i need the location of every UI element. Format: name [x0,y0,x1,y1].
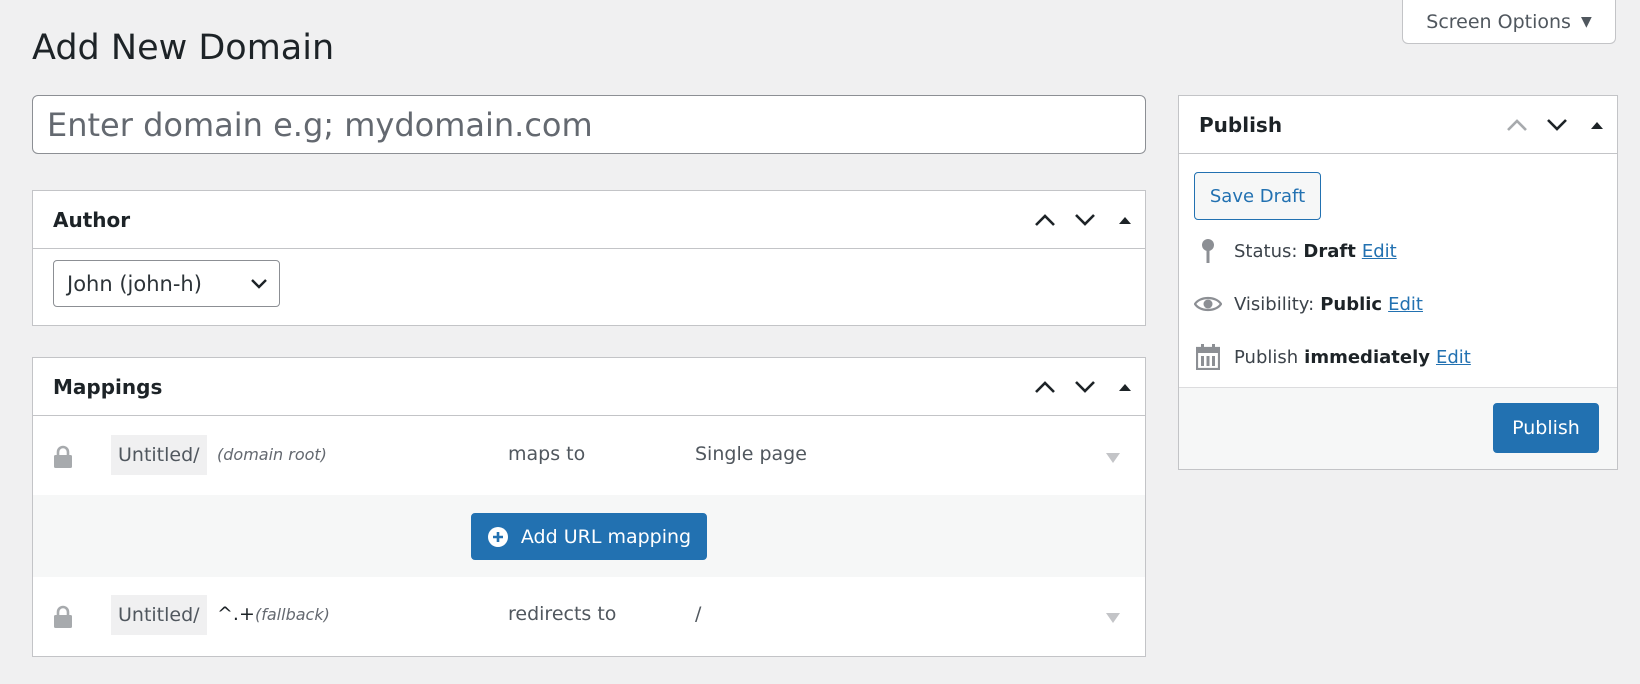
author-select[interactable]: John (john-h) [53,260,280,307]
move-down-icon[interactable] [1065,191,1105,248]
edit-schedule-link[interactable]: Edit [1436,347,1471,368]
mappings-panel-title: Mappings [53,374,163,399]
move-up-icon[interactable] [1497,96,1537,153]
status-row: Status: Draft Edit [1194,236,1397,266]
publish-panel: Publish Save Draft Status: Draft Edit Vi… [1178,95,1618,470]
screen-options-button[interactable]: Screen Options ▼ [1402,0,1616,44]
page-title: Add New Domain [32,28,335,68]
move-up-icon[interactable] [1025,191,1065,248]
panel-handle-actions [1025,358,1145,415]
chevron-down-icon [251,278,267,289]
panel-handle-actions [1497,96,1617,153]
mapping-note: (fallback) [255,605,330,624]
screen-options-label: Screen Options [1426,10,1571,33]
mapping-verb: maps to [508,443,586,465]
schedule-label: Publish [1234,346,1299,368]
visibility-row: Visibility: Public Edit [1194,289,1423,319]
add-url-mapping-label: Add URL mapping [520,525,692,548]
edit-status-link[interactable]: Edit [1362,241,1397,262]
mapping-path[interactable]: Untitled/ [111,595,207,635]
mapping-target: Single page [695,443,807,465]
visibility-value: Public [1320,293,1383,315]
plus-circle-icon [487,526,508,547]
publish-panel-header: Publish [1179,96,1617,154]
expand-row-icon[interactable] [1105,449,1121,468]
visibility-label: Visibility: [1234,293,1315,315]
author-select-value: John (john-h) [67,271,202,296]
panel-handle-actions [1025,191,1145,248]
collapse-toggle-icon[interactable] [1577,96,1617,153]
mappings-panel: Mappings Untitled/ (domain root) maps to… [32,357,1146,657]
move-down-icon[interactable] [1537,96,1577,153]
mapping-verb: redirects to [508,603,617,625]
publish-panel-title: Publish [1199,112,1283,137]
calendar-icon [1194,344,1222,370]
pin-icon [1194,238,1222,264]
mapping-row[interactable]: Untitled/ ^.+ (fallback) redirects to / [33,577,1145,657]
mapping-regex: ^.+ [217,603,255,625]
save-draft-button[interactable]: Save Draft [1194,172,1321,220]
publish-button[interactable]: Publish [1493,403,1599,453]
mapping-note: (domain root) [217,445,327,464]
mapping-target: / [695,603,702,625]
lock-icon [53,605,73,633]
schedule-row: Publish immediately Edit [1194,342,1471,372]
move-up-icon[interactable] [1025,358,1065,415]
mapping-row[interactable]: Untitled/ (domain root) maps to Single p… [33,417,1145,497]
expand-row-icon[interactable] [1105,609,1121,628]
mappings-panel-header: Mappings [33,358,1145,416]
author-panel-title: Author [53,207,131,232]
mapping-path[interactable]: Untitled/ [111,435,207,475]
domain-input[interactable] [32,95,1146,154]
eye-icon [1194,295,1222,313]
publish-actions: Publish [1179,387,1617,469]
status-value: Draft [1303,240,1356,262]
edit-visibility-link[interactable]: Edit [1388,294,1423,315]
collapse-toggle-icon[interactable] [1105,191,1145,248]
add-url-mapping-button[interactable]: Add URL mapping [471,513,707,560]
caret-down-icon: ▼ [1580,13,1592,30]
status-label: Status: [1234,240,1298,262]
lock-icon [53,445,73,473]
collapse-toggle-icon[interactable] [1105,358,1145,415]
author-panel: Author John (john-h) [32,190,1146,326]
author-panel-header: Author [33,191,1145,249]
move-down-icon[interactable] [1065,358,1105,415]
schedule-value: immediately [1304,346,1430,368]
